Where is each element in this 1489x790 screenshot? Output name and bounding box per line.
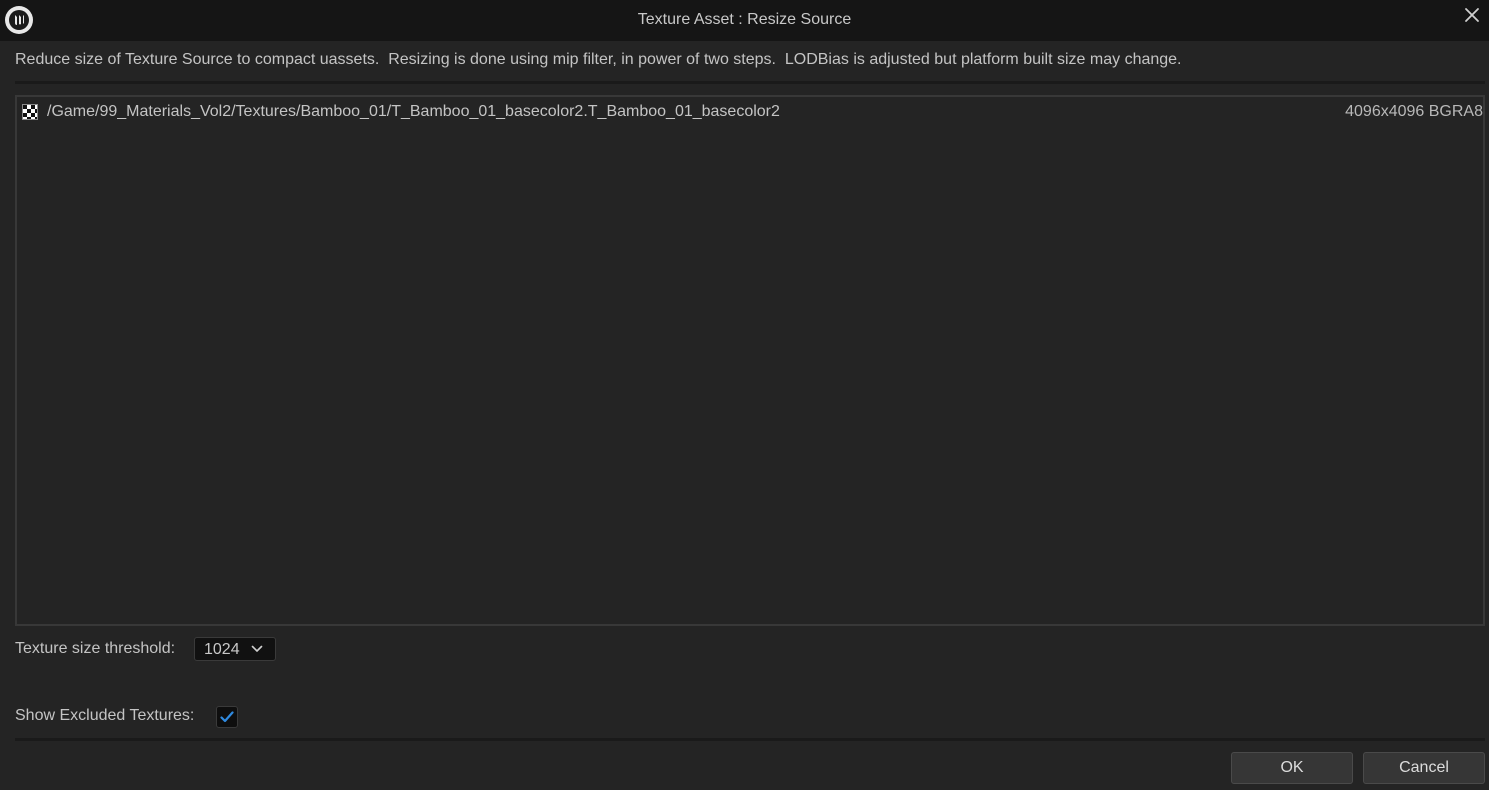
ok-button[interactable]: OK [1231,752,1353,784]
texture-checker-icon [22,104,38,120]
threshold-dropdown[interactable]: 1024 [194,637,276,661]
show-excluded-checkbox[interactable] [216,706,238,728]
close-icon[interactable] [1463,6,1481,24]
show-excluded-label: Show Excluded Textures: [15,707,195,724]
list-item[interactable]: /Game/99_Materials_Vol2/Textures/Bamboo_… [17,101,1483,123]
dialog-description: Reduce size of Texture Source to compact… [15,51,1182,68]
divider [15,81,1485,84]
texture-list[interactable]: /Game/99_Materials_Vol2/Textures/Bamboo_… [15,95,1485,626]
resize-source-dialog: Texture Asset : Resize Source Reduce siz… [0,0,1489,790]
divider [15,738,1485,741]
texture-path: /Game/99_Materials_Vol2/Textures/Bamboo_… [47,103,780,120]
threshold-label: Texture size threshold: [15,640,176,657]
checkmark-icon [220,711,234,723]
cancel-button[interactable]: Cancel [1363,752,1485,784]
window-title: Texture Asset : Resize Source [637,11,852,28]
texture-size-format: 4096x4096 BGRA8 [1345,103,1483,120]
chevron-down-icon [251,645,263,653]
title-bar: Texture Asset : Resize Source [0,0,1489,41]
threshold-value: 1024 [204,641,240,658]
